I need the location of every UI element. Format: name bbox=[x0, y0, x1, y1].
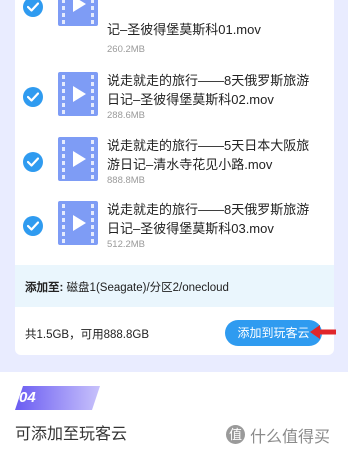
red-arrow-icon bbox=[308, 324, 338, 345]
file-list-card: 记–圣彼得堡莫斯科01.mov 260.2MB 说走就走的旅行——8天俄罗斯旅游… bbox=[15, 0, 334, 355]
file-row[interactable]: 说走就走的旅行——5天日本大阪旅游日记–清水寺花见小路.mov 888.8MB bbox=[15, 131, 334, 195]
storage-summary: 共1.5GB，可用888.8GB bbox=[25, 329, 149, 341]
file-row[interactable]: 记–圣彼得堡莫斯科01.mov 260.2MB bbox=[15, 0, 334, 55]
checkbox-checked-icon[interactable] bbox=[23, 216, 43, 236]
video-file-icon bbox=[58, 0, 98, 26]
file-name: 说走就走的旅行——8天俄罗斯旅游日记–圣彼得堡莫斯科03.mov bbox=[107, 202, 310, 236]
file-name: 说走就走的旅行——5天日本大阪旅游日记–清水寺花见小路.mov bbox=[107, 138, 310, 172]
destination-path: 磁盘1(Seagate)/分区2/onecloud bbox=[66, 282, 229, 294]
file-name: 记–圣彼得堡莫斯科01.mov bbox=[107, 22, 261, 37]
video-file-icon bbox=[58, 201, 98, 245]
checkbox-checked-icon[interactable] bbox=[23, 0, 43, 17]
svg-text:值: 值 bbox=[229, 427, 242, 443]
file-row[interactable]: 说走就走的旅行——8天俄罗斯旅游日记–圣彼得堡莫斯科02.mov 288.6MB bbox=[15, 66, 334, 130]
destination-bar[interactable]: 添加至: 磁盘1(Seagate)/分区2/onecloud bbox=[15, 265, 334, 307]
watermark-logo-icon: 值 bbox=[226, 425, 245, 444]
file-size: 512.2MB bbox=[107, 239, 146, 250]
video-file-icon bbox=[58, 72, 98, 116]
watermark-text: 什么值得买 bbox=[250, 429, 331, 446]
video-file-icon bbox=[58, 137, 98, 181]
checkbox-checked-icon[interactable] bbox=[23, 87, 43, 107]
step-number: 04 bbox=[19, 389, 36, 406]
checkbox-checked-icon[interactable] bbox=[23, 152, 43, 172]
file-name: 说走就走的旅行——8天俄罗斯旅游日记–圣彼得堡莫斯科02.mov bbox=[107, 73, 310, 107]
destination-label: 添加至: bbox=[25, 282, 64, 294]
step-title: 可添加至玩客云 bbox=[15, 426, 128, 443]
file-size: 888.8MB bbox=[107, 175, 146, 186]
file-row[interactable]: 说走就走的旅行——8天俄罗斯旅游日记–圣彼得堡莫斯科03.mov 512.2MB bbox=[15, 195, 334, 259]
file-size: 288.6MB bbox=[107, 110, 146, 121]
file-size: 260.2MB bbox=[107, 44, 146, 55]
